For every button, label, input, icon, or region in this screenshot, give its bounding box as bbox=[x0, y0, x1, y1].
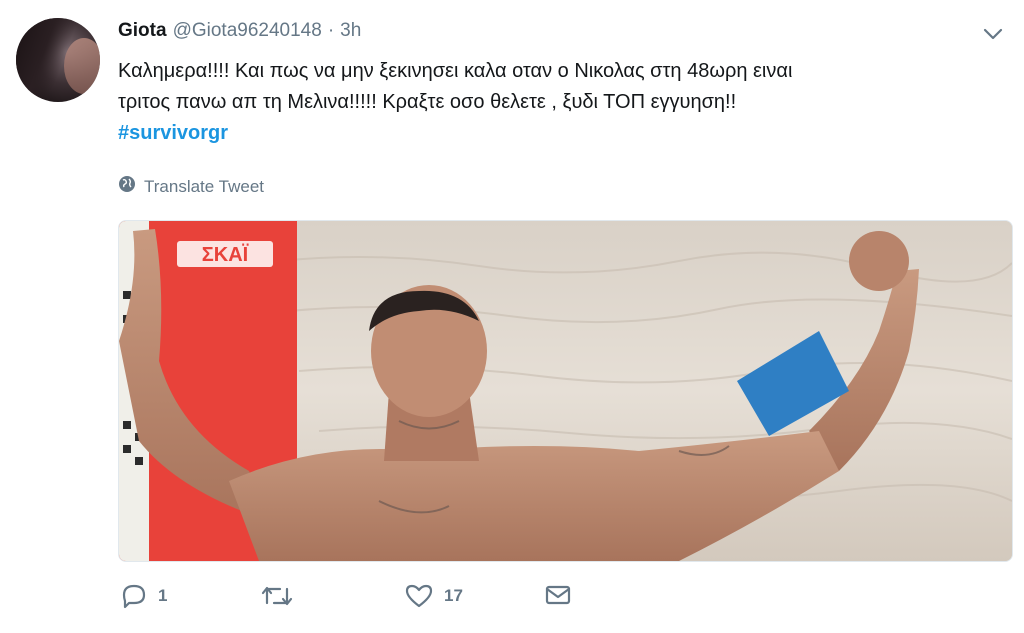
heart-icon bbox=[404, 583, 434, 609]
direct-message-button[interactable] bbox=[544, 583, 572, 607]
tweet-media-image[interactable]: ΣΚΑΪ bbox=[118, 220, 1013, 562]
tweet-timestamp[interactable]: 3h bbox=[340, 20, 361, 42]
globe-icon bbox=[118, 175, 136, 198]
retweet-icon bbox=[260, 583, 294, 609]
separator-dot: · bbox=[327, 20, 335, 41]
reply-icon bbox=[120, 583, 148, 609]
like-button[interactable]: 17 bbox=[404, 583, 463, 609]
tweet-actions: 1 17 bbox=[120, 583, 720, 617]
tweet-text: Καλημερα!!!! Και πως να μην ξεκινησει κα… bbox=[118, 56, 998, 149]
media-logo-text: ΣΚΑΪ bbox=[202, 243, 249, 266]
retweet-button[interactable] bbox=[260, 583, 304, 609]
avatar-face bbox=[64, 38, 100, 94]
display-name[interactable]: Giota bbox=[118, 20, 167, 42]
reply-count: 1 bbox=[158, 586, 168, 605]
tweet-text-line-2: τριτος πανω απ τη Μελινα!!!!! Κραξτε οσο… bbox=[118, 91, 737, 113]
reply-button[interactable]: 1 bbox=[120, 583, 167, 609]
like-count: 17 bbox=[444, 586, 463, 605]
chevron-down-icon[interactable] bbox=[982, 26, 1004, 42]
tweet-card[interactable]: Giota @Giota96240148 · 3h Καλημερα!!!! Κ… bbox=[0, 0, 1024, 633]
translate-label: Translate Tweet bbox=[144, 176, 265, 196]
hashtag-link[interactable]: #survivorgr bbox=[118, 122, 228, 144]
user-handle[interactable]: @Giota96240148 bbox=[173, 20, 322, 42]
translate-tweet-link[interactable]: Translate Tweet bbox=[118, 175, 264, 198]
avatar[interactable] bbox=[16, 18, 100, 102]
tweet-header: Giota @Giota96240148 · 3h bbox=[118, 20, 361, 42]
tweet-text-line-1: Καλημερα!!!! Και πως να μην ξεκινησει κα… bbox=[118, 60, 793, 82]
envelope-icon bbox=[544, 583, 572, 607]
